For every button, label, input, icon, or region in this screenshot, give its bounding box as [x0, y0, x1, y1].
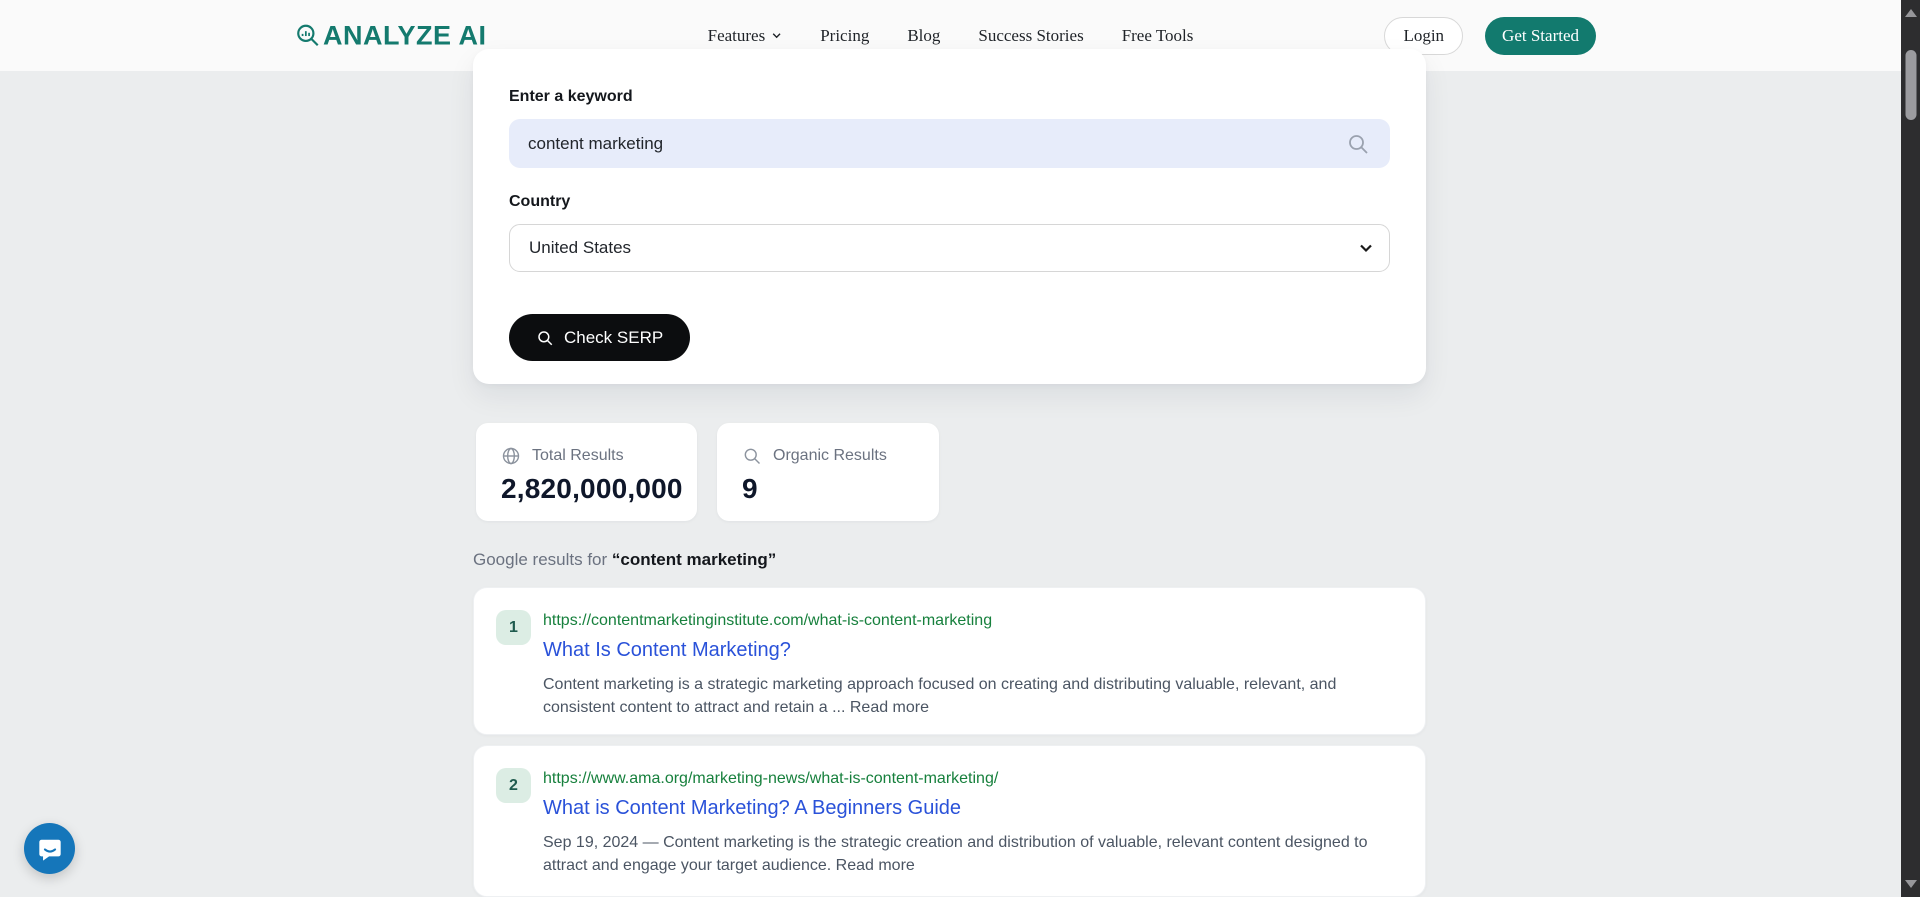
- logo-magnifier-chart-icon: [295, 23, 321, 49]
- search-icon: [538, 330, 553, 345]
- country-selected-value: United States: [529, 238, 632, 257]
- scrollbar-thumb[interactable]: [1905, 50, 1916, 120]
- chat-bubble-icon: [38, 839, 61, 861]
- results-heading-keyword: “content marketing”: [611, 550, 777, 569]
- read-more-link[interactable]: Read more: [850, 699, 929, 716]
- total-results-card: Total Results 2,820,000,000: [476, 423, 697, 521]
- total-results-value: 2,820,000,000: [501, 473, 683, 504]
- read-more-link[interactable]: Read more: [836, 857, 915, 874]
- chat-launcher-button[interactable]: [24, 823, 75, 874]
- chevron-down-icon: [772, 33, 781, 39]
- serp-result-item: 1 https://contentmarketinginstitute.com/…: [473, 587, 1426, 735]
- result-url-link[interactable]: https://contentmarketinginstitute.com/wh…: [543, 612, 1398, 630]
- rank-badge: 1: [496, 610, 531, 645]
- chevron-down-icon: [1360, 244, 1372, 253]
- globe-icon: [502, 447, 520, 465]
- organic-results-card: Organic Results 9: [717, 423, 939, 521]
- vertical-scrollbar[interactable]: [1901, 0, 1920, 897]
- search-icon: [744, 448, 761, 465]
- result-description: Sep 19, 2024 — Content marketing is the …: [543, 834, 1368, 874]
- nav-item-free-tools[interactable]: Free Tools: [1122, 26, 1194, 46]
- nav-item-blog[interactable]: Blog: [907, 26, 940, 46]
- result-title-link[interactable]: What Is Content Marketing?: [543, 639, 1398, 662]
- organic-results-value: 9: [742, 473, 758, 504]
- scroll-down-arrow[interactable]: [1904, 880, 1917, 888]
- nav-item-features[interactable]: Features: [708, 26, 783, 46]
- serp-checker-card: Enter a keyword Country United States Ch…: [473, 49, 1426, 384]
- rank-badge: 2: [496, 768, 531, 803]
- country-label: Country: [509, 193, 571, 210]
- logo[interactable]: ANALYZE AI: [295, 20, 487, 51]
- serp-result-item: 2 https://www.ama.org/marketing-news/wha…: [473, 745, 1426, 897]
- main-nav: Features Pricing Blog Success Stories Fr…: [708, 26, 1194, 46]
- stats-row: Total Results 2,820,000,000 Organic Resu…: [476, 423, 939, 521]
- results-heading: Google results for “content marketing”: [473, 550, 777, 569]
- country-select[interactable]: United States: [509, 224, 1390, 272]
- header-actions: Login Get Started: [1384, 16, 1596, 55]
- result-url-link[interactable]: https://www.ama.org/marketing-news/what-…: [543, 770, 1398, 788]
- logo-text: ANALYZE AI: [323, 20, 487, 50]
- check-serp-button[interactable]: Check SERP: [509, 314, 691, 361]
- input-search-icon[interactable]: [1346, 132, 1370, 156]
- result-title-link[interactable]: What is Content Marketing? A Beginners G…: [543, 797, 1398, 820]
- organic-results-label: Organic Results: [773, 447, 887, 464]
- get-started-button[interactable]: Get Started: [1485, 16, 1596, 55]
- nav-item-pricing[interactable]: Pricing: [820, 26, 869, 46]
- result-description: Content marketing is a strategic marketi…: [543, 676, 1337, 716]
- keyword-label: Enter a keyword: [509, 88, 633, 105]
- keyword-input[interactable]: [509, 119, 1390, 168]
- scroll-up-arrow[interactable]: [1904, 9, 1917, 17]
- total-results-label: Total Results: [532, 447, 624, 464]
- nav-item-success-stories[interactable]: Success Stories: [978, 26, 1083, 46]
